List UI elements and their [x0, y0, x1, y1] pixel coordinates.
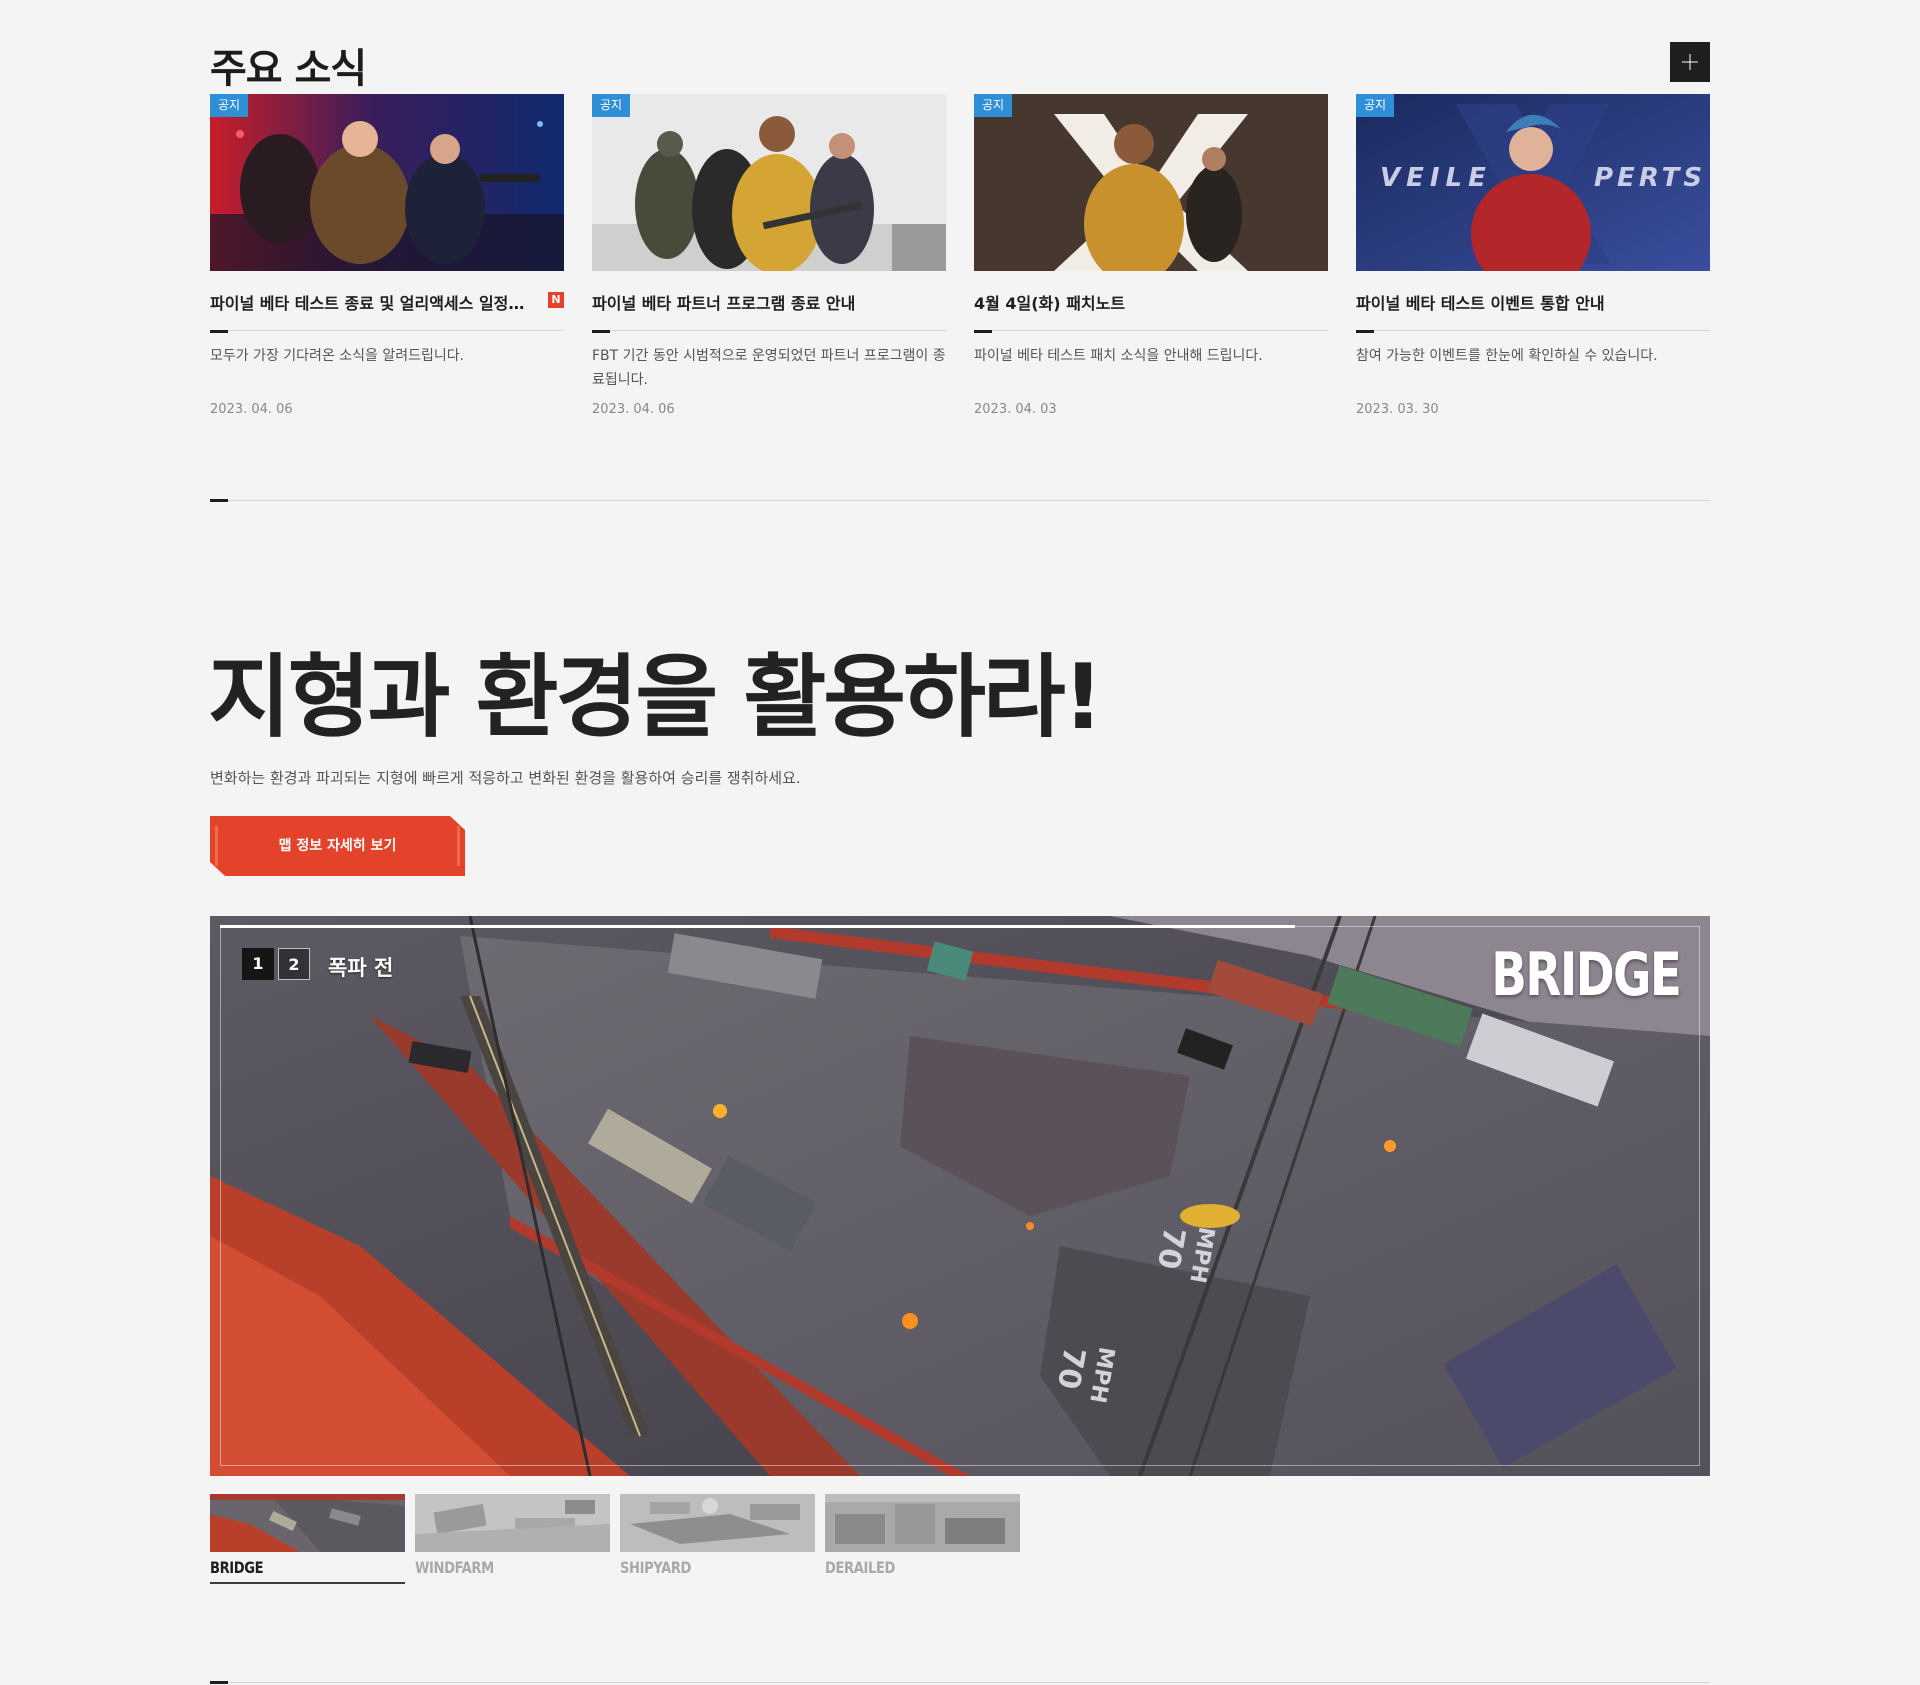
map-thumb-label: WINDFARM: [415, 1558, 494, 1577]
map-name-title: BRIDGE: [1491, 940, 1682, 1010]
notice-badge: 공지: [592, 94, 631, 117]
map-thumb-bridge[interactable]: BRIDGE: [210, 1494, 405, 1584]
news-card-title: 파이널 베타 테스트 이벤트 통합 안내: [1356, 294, 1605, 313]
slide-page-1[interactable]: 1: [242, 948, 274, 980]
news-card-description: 참여 가능한 이벤트를 한눈에 확인하실 수 있습니다.: [1356, 348, 1658, 364]
news-card-date: 2023. 04. 06: [592, 402, 675, 417]
card-divider: [1356, 330, 1710, 333]
map-thumb-image: [210, 1494, 405, 1552]
news-card-description: 파이널 베타 테스트 패치 소식을 안내해 드립니다.: [974, 348, 1263, 364]
news-card-image: 공지: [210, 94, 564, 271]
map-info-button[interactable]: 맵 정보 자세히 보기: [210, 816, 465, 876]
section-divider: [210, 499, 1710, 502]
veiled-text-right: PERTS: [1594, 163, 1706, 193]
map-thumb-image: [415, 1494, 610, 1552]
news-card[interactable]: VEILE PERTS 공지 파이널 베타 테스트 이벤트 통합 안내 참여 가…: [1356, 94, 1710, 434]
card-divider: [974, 330, 1328, 333]
map-thumb-image: [825, 1494, 1020, 1552]
news-more-button[interactable]: [1670, 42, 1710, 82]
news-card-image: 공지: [592, 94, 946, 271]
news-card-date: 2023. 04. 06: [210, 402, 293, 417]
map-thumb-label: DERAILED: [825, 1558, 895, 1577]
news-card-description: FBT 기간 동안 시범적으로 운영되었던 파트너 프로그램이 종료됩니다.: [592, 348, 946, 388]
news-card-date: 2023. 03. 30: [1356, 402, 1439, 417]
map-section-description: 변화하는 환경과 파괴되는 지형에 빠르게 적응하고 변화된 환경을 활용하여 …: [210, 769, 801, 787]
slide-progress-bar: [220, 925, 1295, 928]
news-card-image: VEILE PERTS 공지: [1356, 94, 1710, 271]
news-card[interactable]: 공지 파이널 베타 테스트 종료 및 얼리액세스 일정… N 모두가 가장 기다…: [210, 94, 564, 434]
new-badge: N: [548, 292, 564, 308]
map-section-headline: 지형과 환경을 활용하라!: [208, 645, 1104, 750]
notice-badge: 공지: [974, 94, 1013, 117]
news-card-title: 4월 4일(화) 패치노트: [974, 294, 1126, 313]
map-thumb-image: [620, 1494, 815, 1552]
notice-badge: 공지: [1356, 94, 1395, 117]
news-card-image: 공지: [974, 94, 1328, 271]
news-card-date: 2023. 04. 03: [974, 402, 1057, 417]
news-card[interactable]: 공지 파이널 베타 파트너 프로그램 종료 안내 FBT 기간 동안 시범적으로…: [592, 94, 946, 434]
card-divider: [592, 330, 946, 333]
slide-page-2[interactable]: 2: [278, 948, 310, 980]
news-section-title: 주요 소식: [210, 46, 367, 92]
card-divider: [210, 330, 564, 333]
map-thumb-windfarm[interactable]: WINDFARM: [415, 1494, 610, 1584]
news-card-description: 모두가 가장 기다려온 소식을 알려드립니다.: [210, 348, 465, 364]
map-thumb-derailed[interactable]: DERAILED: [825, 1494, 1020, 1584]
news-card-list: 공지 파이널 베타 테스트 종료 및 얼리액세스 일정… N 모두가 가장 기다…: [210, 94, 1710, 434]
map-phase-label: 폭파 전: [328, 956, 394, 980]
news-card[interactable]: 공지 4월 4일(화) 패치노트 파이널 베타 테스트 패치 소식을 안내해 드…: [974, 94, 1328, 434]
news-card-title: 파이널 베타 파트너 프로그램 종료 안내: [592, 294, 856, 313]
section-divider: [210, 1681, 1710, 1684]
map-viewer: 70 MPH 70 MPH 1 2 폭파 전 BRIDGE: [210, 916, 1710, 1476]
map-thumbnail-list: BRIDGE WINDFARM SHIPYARD DERAILED: [210, 1494, 1030, 1584]
news-card-title: 파이널 베타 테스트 종료 및 얼리액세스 일정… N: [210, 290, 564, 314]
veiled-text-left: VEILE: [1380, 163, 1492, 193]
map-info-button-label: 맵 정보 자세히 보기: [278, 838, 397, 854]
map-thumb-label: BRIDGE: [210, 1558, 264, 1577]
map-thumb-label: SHIPYARD: [620, 1558, 692, 1577]
map-thumb-shipyard[interactable]: SHIPYARD: [620, 1494, 815, 1584]
viewer-frame: [220, 926, 1700, 1466]
notice-badge: 공지: [210, 94, 249, 117]
